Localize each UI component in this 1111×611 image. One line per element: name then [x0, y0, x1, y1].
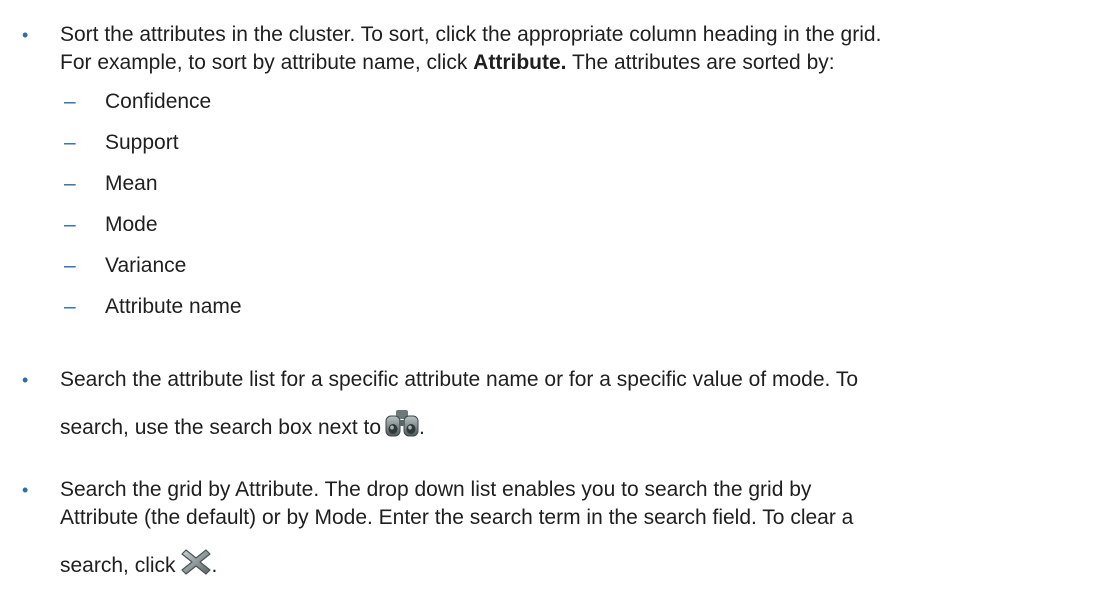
sort-item-label: Support — [105, 131, 179, 154]
bullet-sort: • Sort the attributes in the cluster. To… — [0, 21, 1111, 77]
clear-x-icon[interactable] — [180, 546, 212, 584]
bullet-search-line2: search, use the search box next to . — [60, 408, 1111, 446]
sort-item-label: Variance — [105, 254, 187, 277]
bullet-grid-line1: Search the grid by Attribute. The drop d… — [60, 478, 812, 501]
dash-marker: – — [64, 295, 76, 318]
bullet-marker: • — [22, 25, 29, 45]
dash-marker: – — [64, 172, 76, 195]
bullet-marker: • — [22, 480, 29, 500]
bullet-grid-line3: search, click . — [60, 546, 1111, 584]
dash-marker: – — [64, 131, 76, 154]
bullet-grid-text: search, click — [60, 554, 176, 577]
attribute-bold-term: Attribute. — [473, 51, 567, 74]
sort-item-mean: – Mean — [0, 170, 1100, 198]
bullet-search-grid: • Search the grid by Attribute. The drop… — [0, 476, 1111, 584]
dash-marker: – — [64, 90, 76, 113]
dash-marker: – — [64, 254, 76, 277]
bullet-sort-text-end: The attributes are sorted by: — [566, 51, 835, 74]
document-page: • Sort the attributes in the cluster. To… — [0, 0, 1111, 611]
binoculars-icon[interactable] — [385, 408, 419, 446]
period: . — [211, 554, 218, 577]
bullet-sort-text: For example, to sort by attribute name, … — [60, 51, 474, 74]
sort-criteria-container: – Confidence – Support – Mean – Mode – Varian… — [0, 88, 1100, 334]
bullet-search-line1: Search the attribute list for a specific… — [60, 368, 859, 391]
sort-item-confidence: – Confidence — [0, 88, 1100, 116]
sort-criteria-list: – Confidence – Support – Mean – Mode – Varian… — [0, 88, 1100, 321]
sort-item-variance: – Variance — [0, 252, 1100, 280]
sort-item-attribute-name: – Attribute name — [0, 293, 1100, 321]
bullet-marker: • — [22, 370, 29, 390]
sort-item-mode: – Mode — [0, 211, 1100, 239]
sort-item-support: – Support — [0, 129, 1100, 157]
sort-item-label: Mean — [105, 172, 158, 195]
bullet-grid-line2: Attribute (the default) or by Mode. Ente… — [60, 506, 854, 529]
sort-item-label: Mode — [105, 213, 158, 236]
bullet-search-list: • Search the attribute list for a specif… — [0, 366, 1111, 446]
bullet-sort-line2: For example, to sort by attribute name, … — [60, 49, 1111, 77]
bullet-sort-line1: Sort the attributes in the cluster. To s… — [60, 23, 882, 46]
sort-item-label: Confidence — [105, 90, 212, 113]
dash-marker: – — [64, 213, 76, 236]
period: . — [419, 416, 425, 439]
sort-item-label: Attribute name — [105, 295, 242, 318]
bullet-search-text: search, use the search box next to — [60, 416, 382, 439]
